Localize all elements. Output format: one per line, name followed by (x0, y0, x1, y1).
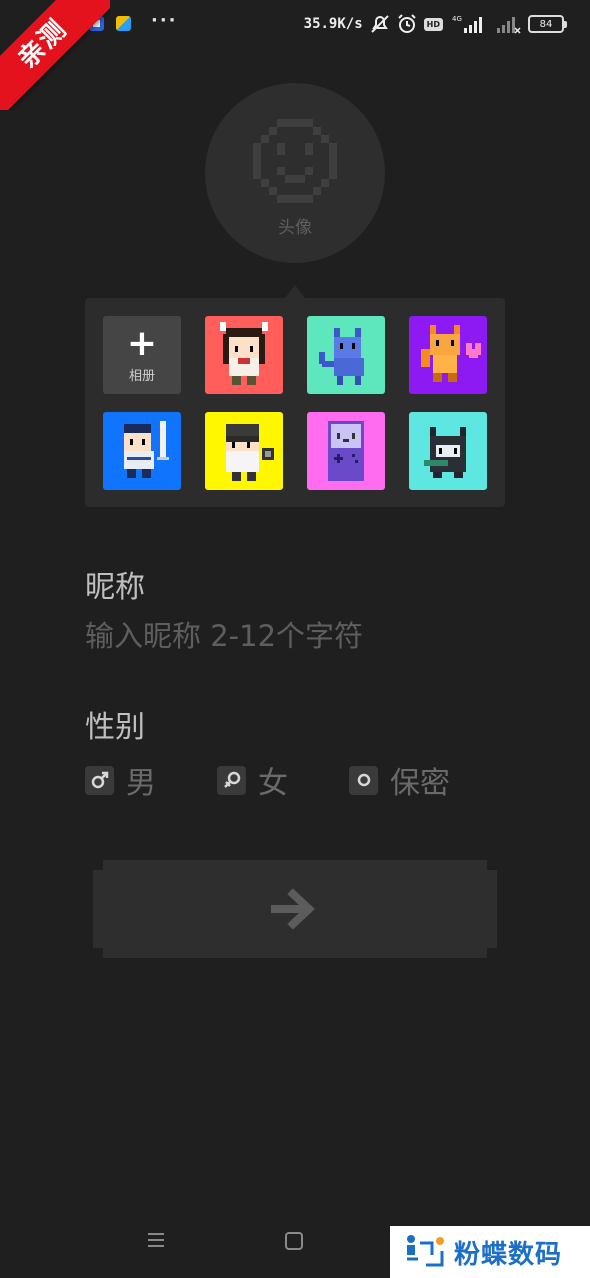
more-notifications-icon: ··· (151, 10, 178, 31)
avatar-option-girl[interactable] (205, 316, 283, 394)
avatar-option-fox[interactable] (409, 316, 487, 394)
plus-icon: + (126, 322, 158, 364)
gender-label-secret: 保密 (390, 766, 450, 801)
svg-text:4G: 4G (452, 15, 462, 23)
male-icon (85, 765, 114, 795)
pixel-fox-icon (409, 316, 487, 394)
gender-option-secret[interactable]: 保密 (349, 758, 450, 802)
avatar-button[interactable]: 头像 (205, 83, 385, 263)
next-button[interactable] (93, 860, 497, 958)
avatar-picker-panel: + 相册 (85, 298, 505, 507)
avatar-option-swordsman[interactable] (103, 412, 181, 490)
pixel-girl-icon (205, 316, 283, 394)
avatar-label: 头像 (278, 218, 312, 238)
pixel-cat-icon (307, 316, 385, 394)
avatar-option-gameboy[interactable] (307, 412, 385, 490)
gender-option-female[interactable]: 女 (217, 758, 288, 802)
avatar-option-hooded[interactable] (205, 412, 283, 490)
app-notification-icon (116, 16, 131, 31)
corner-ribbon: 亲测 (0, 0, 110, 110)
pixel-dark-cat-icon (409, 412, 487, 490)
gender-label-male: 男 (126, 766, 156, 801)
nickname-title: 昵称 (85, 570, 145, 605)
home-icon[interactable] (285, 1232, 303, 1250)
signal-weak-icon (495, 14, 521, 34)
battery-icon: 84 (528, 15, 567, 33)
gender-label-female: 女 (258, 766, 288, 801)
female-icon (217, 765, 246, 795)
pixel-hooded-icon (205, 412, 283, 490)
album-label: 相册 (128, 368, 155, 384)
pixel-swordsman-icon (103, 412, 181, 490)
pixel-gameboy-icon (307, 412, 385, 490)
pixel-smiley-icon (253, 119, 337, 203)
gender-option-male[interactable]: 男 (85, 758, 156, 802)
mute-bell-icon (370, 14, 390, 34)
alarm-icon (397, 14, 417, 34)
ribbon-label: 亲测 (0, 0, 110, 110)
avatar-option-blue-cat[interactable] (307, 316, 385, 394)
menu-icon[interactable] (147, 1232, 165, 1248)
watermark-text: 粉蝶数码 (454, 1239, 563, 1270)
album-button[interactable]: + 相册 (103, 316, 181, 394)
nickname-input[interactable] (85, 612, 505, 660)
watermark: 粉蝶数码 (390, 1226, 590, 1278)
network-speed: 35.9K/s (303, 16, 363, 32)
hd-badge: HD (423, 17, 443, 31)
circle-icon (349, 765, 378, 795)
picker-pointer (285, 285, 305, 298)
signal-4g-icon: 4G (450, 14, 488, 34)
watermark-logo-icon (407, 1235, 444, 1267)
avatar-option-dark-cat[interactable] (409, 412, 487, 490)
gender-title: 性别 (85, 710, 145, 745)
arrow-right-icon (271, 888, 315, 930)
